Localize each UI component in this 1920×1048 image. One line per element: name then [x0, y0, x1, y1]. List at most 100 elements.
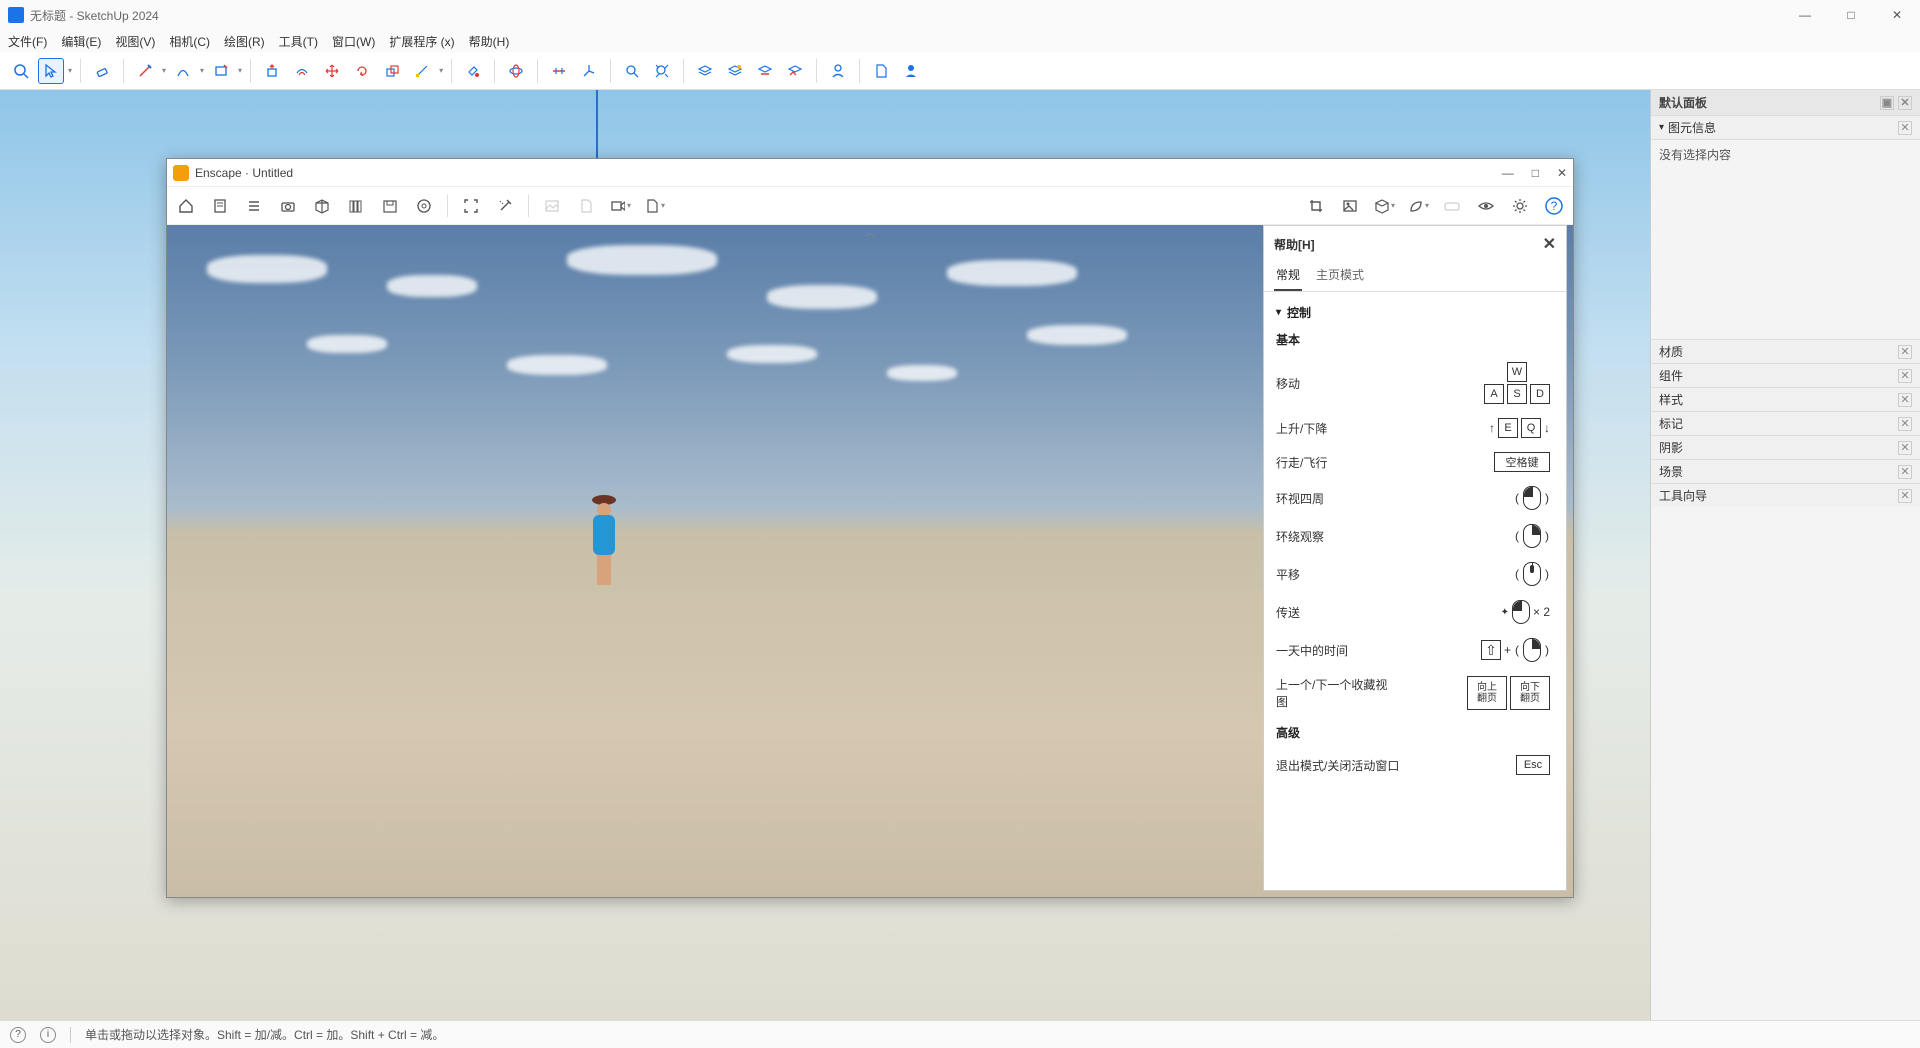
- move-tool[interactable]: [319, 58, 345, 84]
- menu-window[interactable]: 窗口(W): [332, 33, 375, 50]
- layers3-icon[interactable]: [752, 58, 778, 84]
- document-icon[interactable]: [868, 58, 894, 84]
- tray-item-label: 工具向导: [1659, 487, 1707, 504]
- maximize-button[interactable]: □: [1828, 0, 1874, 30]
- pushpull-tool[interactable]: [259, 58, 285, 84]
- person-icon[interactable]: [898, 58, 924, 84]
- search-icon[interactable]: [8, 58, 34, 84]
- menu-extensions[interactable]: 扩展程序 (x): [389, 33, 454, 50]
- user-icon[interactable]: [825, 58, 851, 84]
- fullscreen-icon[interactable]: [460, 195, 482, 217]
- scale-tool[interactable]: [379, 58, 405, 84]
- eraser-tool[interactable]: [89, 58, 115, 84]
- menu-draw[interactable]: 绘图(R): [224, 33, 265, 50]
- row-label: 平移: [1276, 566, 1300, 583]
- menu-camera[interactable]: 相机(C): [169, 33, 210, 50]
- export-dropdown-icon[interactable]: [643, 195, 665, 217]
- magic-icon[interactable]: [494, 195, 516, 217]
- enscape-title-bar[interactable]: Enscape · Untitled — □ ✕: [167, 159, 1573, 187]
- home-icon[interactable]: [175, 195, 197, 217]
- select-tool[interactable]: [38, 58, 64, 84]
- layers4-icon[interactable]: [782, 58, 808, 84]
- eye-icon[interactable]: [1475, 195, 1497, 217]
- tray-title: 默认面板: [1659, 94, 1707, 111]
- section-close-icon[interactable]: ✕: [1898, 345, 1912, 359]
- list-icon[interactable]: [243, 195, 265, 217]
- key-w: W: [1507, 362, 1527, 382]
- tray-instructor[interactable]: 工具向导 ✕: [1651, 483, 1920, 507]
- image-disabled-icon[interactable]: [541, 195, 563, 217]
- tray-title-bar[interactable]: 默认面板 ▣ ✕: [1651, 90, 1920, 115]
- box-dropdown-icon[interactable]: [1373, 195, 1395, 217]
- vr-disabled-icon[interactable]: [1441, 195, 1463, 217]
- tray-shadows[interactable]: 阴影✕: [1651, 435, 1920, 459]
- video-icon[interactable]: [609, 195, 631, 217]
- rotate-tool[interactable]: [349, 58, 375, 84]
- close-button[interactable]: ✕: [1874, 0, 1920, 30]
- help-circle-icon[interactable]: i: [40, 1027, 56, 1043]
- control-section[interactable]: 控制: [1276, 304, 1550, 321]
- mouse-right-icon: [1523, 638, 1541, 662]
- rectangle-tool[interactable]: [208, 58, 234, 84]
- picture-icon[interactable]: [1339, 195, 1361, 217]
- section-close-icon[interactable]: ✕: [1898, 465, 1912, 479]
- menu-view[interactable]: 视图(V): [115, 33, 155, 50]
- tab-general[interactable]: 常规: [1274, 262, 1302, 291]
- section-close-icon[interactable]: ✕: [1898, 441, 1912, 455]
- zoom-tool[interactable]: [619, 58, 645, 84]
- line-tool[interactable]: [132, 58, 158, 84]
- enscape-maximize[interactable]: □: [1532, 166, 1539, 180]
- mouse-left-icon: [1512, 600, 1530, 624]
- entity-info-header[interactable]: ▾ 图元信息 ✕: [1651, 115, 1920, 140]
- crop-icon[interactable]: [1305, 195, 1327, 217]
- enscape-close[interactable]: ✕: [1557, 166, 1567, 180]
- section-close-icon[interactable]: ✕: [1898, 369, 1912, 383]
- section-close-icon[interactable]: ✕: [1898, 121, 1912, 135]
- tray-scenes[interactable]: 场景✕: [1651, 459, 1920, 483]
- menu-edit[interactable]: 编辑(E): [61, 33, 101, 50]
- document-icon[interactable]: [209, 195, 231, 217]
- minimize-button[interactable]: —: [1782, 0, 1828, 30]
- leaf-icon[interactable]: [1407, 195, 1429, 217]
- tape-tool[interactable]: [409, 58, 435, 84]
- save-view-icon[interactable]: [379, 195, 401, 217]
- enscape-icon: [173, 165, 189, 181]
- tab-page-mode[interactable]: 主页模式: [1314, 262, 1366, 291]
- tray-pin-icon[interactable]: ▣: [1880, 96, 1894, 110]
- layers-icon[interactable]: [692, 58, 718, 84]
- library-icon[interactable]: [345, 195, 367, 217]
- camera-icon[interactable]: [277, 195, 299, 217]
- arc-tool[interactable]: [170, 58, 196, 84]
- enscape-minimize[interactable]: —: [1502, 166, 1514, 180]
- section-tool[interactable]: [546, 58, 572, 84]
- zoom-extents-tool[interactable]: [649, 58, 675, 84]
- cube-icon[interactable]: [311, 195, 333, 217]
- orbit-tool[interactable]: [503, 58, 529, 84]
- section-close-icon[interactable]: ✕: [1898, 417, 1912, 431]
- film-icon[interactable]: [413, 195, 435, 217]
- tray-components[interactable]: 组件✕: [1651, 363, 1920, 387]
- help-body[interactable]: 控制 基本 移动 W A S D 上升/下降 E: [1264, 292, 1566, 890]
- help-header: 帮助[H] ✕: [1264, 226, 1566, 262]
- tray-styles[interactable]: 样式✕: [1651, 387, 1920, 411]
- settings-icon[interactable]: [1509, 195, 1531, 217]
- menu-help[interactable]: 帮助(H): [469, 33, 510, 50]
- section-close-icon[interactable]: ✕: [1898, 393, 1912, 407]
- axes-tool[interactable]: [576, 58, 602, 84]
- menu-tools[interactable]: 工具(T): [279, 33, 318, 50]
- export-disabled-icon[interactable]: [575, 195, 597, 217]
- menu-file[interactable]: 文件(F): [8, 33, 47, 50]
- layers2-icon[interactable]: [722, 58, 748, 84]
- paint-tool[interactable]: [460, 58, 486, 84]
- tray-tags[interactable]: 标记✕: [1651, 411, 1920, 435]
- chevron-up-icon[interactable]: ︿: [865, 224, 875, 239]
- help-close-icon[interactable]: ✕: [1543, 234, 1556, 254]
- tray-materials[interactable]: 材质✕: [1651, 339, 1920, 363]
- section-close-icon[interactable]: ✕: [1898, 489, 1912, 503]
- menu-bar: 文件(F) 编辑(E) 视图(V) 相机(C) 绘图(R) 工具(T) 窗口(W…: [0, 30, 1920, 52]
- entity-info-label: 图元信息: [1668, 119, 1716, 136]
- tray-close-icon[interactable]: ✕: [1898, 96, 1912, 110]
- offset-tool[interactable]: [289, 58, 315, 84]
- info-icon[interactable]: ?: [10, 1027, 26, 1043]
- help-icon[interactable]: ?: [1543, 195, 1565, 217]
